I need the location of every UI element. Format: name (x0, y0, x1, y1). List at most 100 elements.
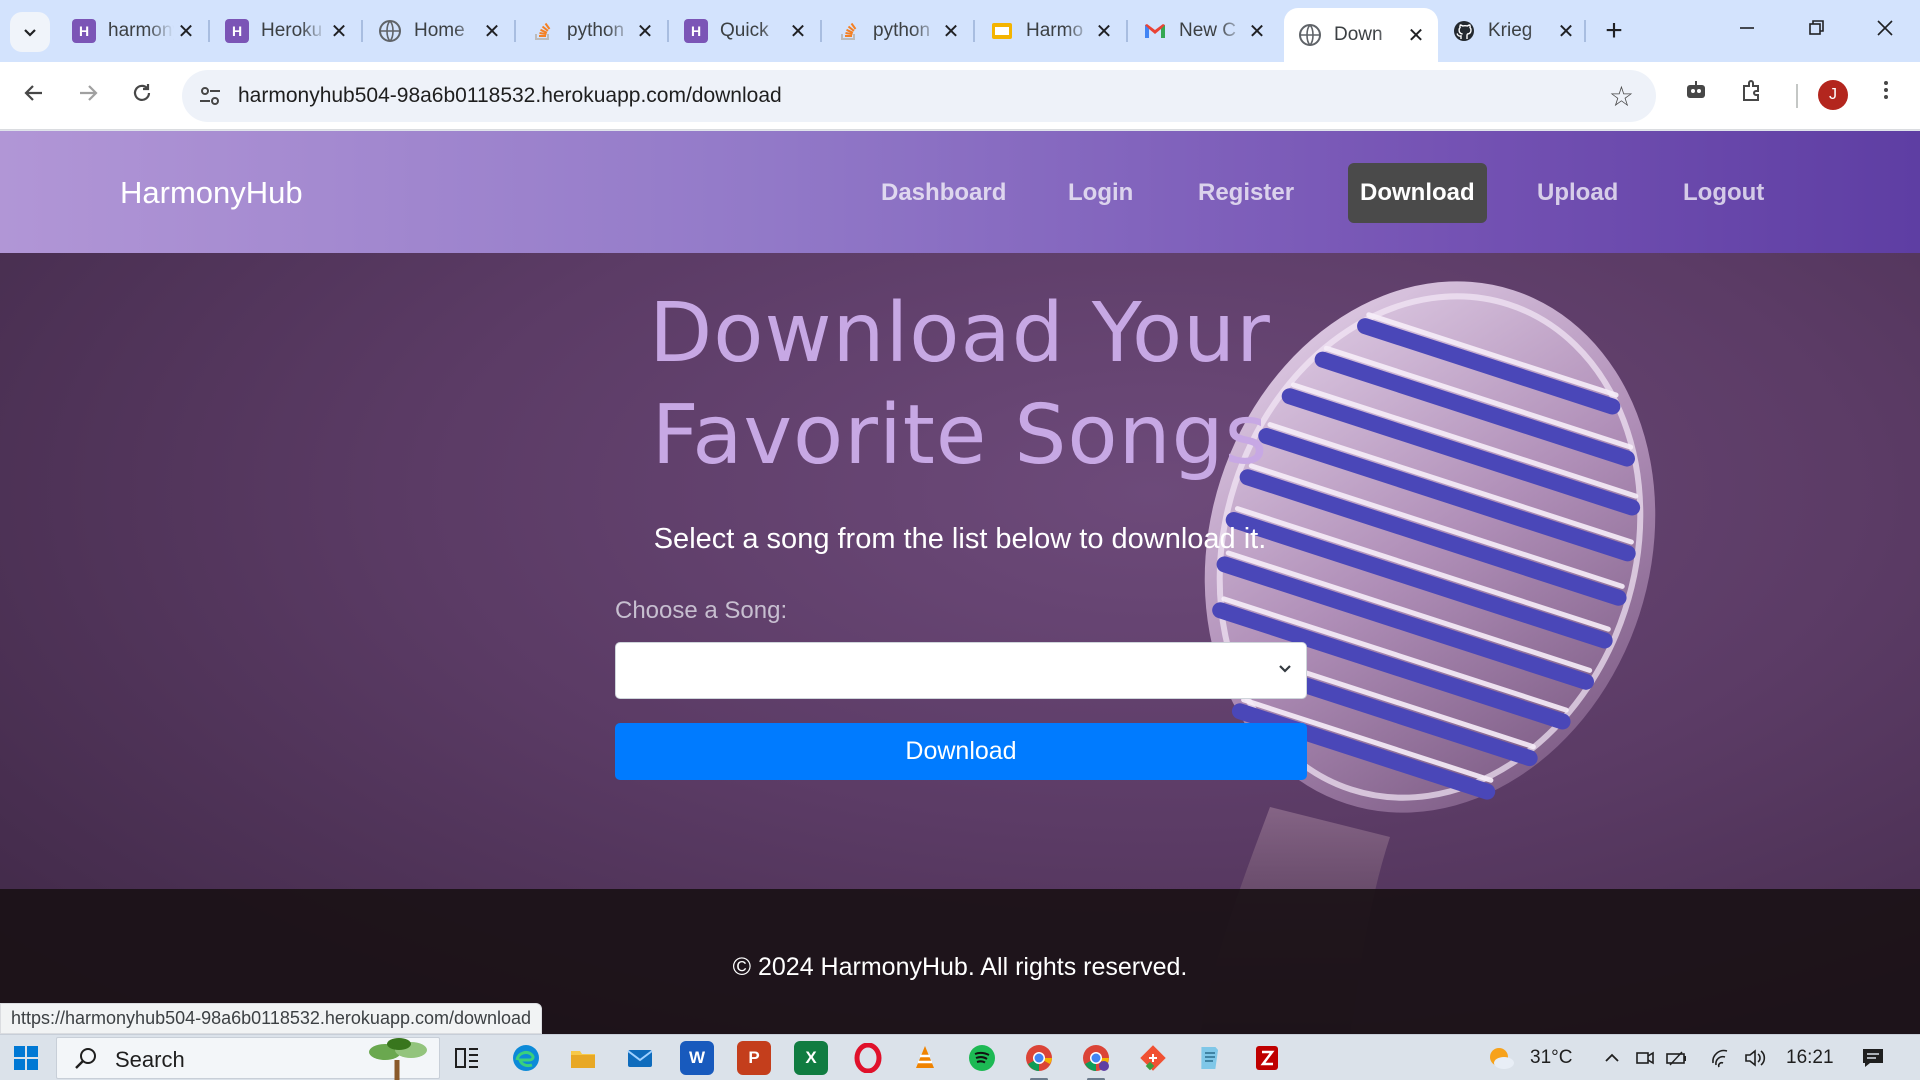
edge-icon[interactable] (509, 1041, 543, 1075)
address-bar[interactable]: harmonyhub504-98a6b0118532.herokuapp.com… (182, 70, 1656, 122)
notifications-icon[interactable] (1856, 1041, 1890, 1075)
taskbar-search-placeholder: Search (115, 1047, 185, 1072)
url-text[interactable]: harmonyhub504-98a6b0118532.herokuapp.com… (238, 84, 782, 108)
tab-label: python (567, 20, 625, 41)
nav-logout[interactable]: Logout (1671, 163, 1776, 223)
close-icon[interactable]: ✕ (786, 19, 810, 44)
profile-avatar[interactable]: J (1818, 80, 1848, 110)
tab-label: Krieg (1488, 20, 1533, 41)
close-icon[interactable]: ✕ (327, 19, 351, 44)
mail-icon[interactable] (623, 1041, 657, 1075)
browser-tab[interactable]: H Quick ✕ (670, 8, 820, 54)
word-icon[interactable]: W (680, 1041, 714, 1075)
search-icon (75, 1048, 96, 1069)
link-status-bubble: https://harmonyhub504-98a6b0118532.herok… (0, 1003, 543, 1034)
site-settings-icon[interactable] (196, 82, 224, 110)
globe-icon (378, 19, 402, 43)
reload-icon (133, 84, 151, 101)
close-icon[interactable]: ✕ (1554, 19, 1578, 44)
reload-button[interactable] (122, 76, 162, 116)
close-icon[interactable]: ✕ (1092, 19, 1116, 44)
footer-copyright: © 2024 HarmonyHub. All rights reserved. (732, 953, 1188, 981)
tab-label: New C (1179, 20, 1237, 41)
chrome-icon[interactable] (1022, 1041, 1056, 1080)
gmail-icon (1143, 19, 1167, 43)
browser-tab[interactable]: python ✕ (823, 8, 973, 54)
wifi-icon[interactable] (1708, 1041, 1734, 1075)
file-explorer-icon[interactable] (566, 1041, 600, 1075)
excel-icon[interactable]: X (794, 1041, 828, 1075)
bookmark-star-icon[interactable]: ☆ (1609, 80, 1634, 113)
browser-toolbar: harmonyhub504-98a6b0118532.herokuapp.com… (0, 62, 1920, 130)
page-title: Download Your Favorite Songs (0, 283, 1920, 487)
tab-label: python (873, 20, 931, 41)
page-viewport: HarmonyHub Dashboard Login Register Down… (0, 131, 1920, 1034)
browser-tab-active[interactable]: Down ✕ (1284, 8, 1438, 62)
brand-logo-link[interactable]: HarmonyHub (120, 175, 303, 211)
new-tab-button[interactable]: + (1594, 12, 1634, 52)
close-icon[interactable]: ✕ (1404, 23, 1428, 48)
minimize-icon (1740, 27, 1754, 29)
nav-register[interactable]: Register (1186, 163, 1306, 223)
stackoverflow-icon (531, 19, 555, 43)
browser-tab[interactable]: H harmonyhub ✕ (58, 8, 208, 54)
heroku-icon: H (684, 19, 708, 43)
browser-tab[interactable]: Krieg ✕ (1438, 8, 1588, 54)
close-icon[interactable]: ✕ (174, 19, 198, 44)
back-button[interactable] (14, 76, 54, 116)
download-button[interactable]: Download (615, 723, 1307, 780)
heroku-icon: H (225, 19, 249, 43)
close-icon[interactable]: ✕ (480, 19, 504, 44)
chrome-profile-icon[interactable] (1079, 1041, 1113, 1080)
tab-search-button[interactable] (10, 12, 50, 52)
browser-tab[interactable]: python ✕ (517, 8, 667, 54)
task-view-icon[interactable] (450, 1041, 484, 1075)
browser-tab[interactable]: Home ✕ (364, 8, 514, 54)
taskbar-search-box[interactable]: Search (56, 1037, 440, 1080)
close-icon[interactable]: ✕ (633, 19, 657, 44)
windows-taskbar: Search W P X 31°C 16:21 (0, 1034, 1920, 1080)
extensions-icon[interactable] (1732, 76, 1772, 116)
menu-kebab-icon[interactable] (1866, 76, 1906, 116)
system-clock[interactable]: 16:21 (1786, 1047, 1834, 1069)
vlc-icon[interactable] (908, 1041, 942, 1075)
filezilla-icon[interactable] (1250, 1041, 1284, 1075)
arrow-right-icon (80, 85, 98, 101)
tab-separator (820, 20, 822, 42)
nav-login[interactable]: Login (1056, 163, 1145, 223)
browser-tab[interactable]: Harmo ✕ (976, 8, 1126, 54)
close-window-button[interactable] (1862, 10, 1908, 50)
chevron-down-icon (1279, 665, 1291, 673)
weather-temperature[interactable]: 31°C (1530, 1047, 1572, 1069)
close-icon[interactable]: ✕ (1245, 19, 1269, 44)
assistant-icon[interactable] (1676, 76, 1716, 116)
nav-dashboard[interactable]: Dashboard (869, 163, 1018, 223)
spotify-icon[interactable] (965, 1041, 999, 1075)
browser-tab[interactable]: H Heroku ✕ (211, 8, 361, 54)
battery-icon[interactable] (1664, 1041, 1690, 1075)
forward-button[interactable] (68, 76, 108, 116)
nav-download[interactable]: Download (1348, 163, 1487, 223)
search-highlight-tree-icon (369, 1038, 427, 1080)
tab-separator (514, 20, 516, 42)
weather-icon[interactable] (1484, 1041, 1518, 1075)
opera-icon[interactable] (851, 1041, 885, 1075)
browser-tab[interactable]: New C ✕ (1129, 8, 1279, 54)
restore-button[interactable] (1794, 10, 1840, 50)
show-hidden-icons-chevron-up-icon[interactable] (1600, 1041, 1624, 1075)
windows-start-icon[interactable] (14, 1046, 38, 1070)
close-icon[interactable]: ✕ (939, 19, 963, 44)
notepad-icon[interactable] (1193, 1041, 1227, 1075)
heroku-icon: H (72, 19, 96, 43)
nav-upload[interactable]: Upload (1525, 163, 1630, 223)
powerpoint-icon[interactable]: P (737, 1041, 771, 1075)
git-icon[interactable] (1136, 1041, 1170, 1075)
tab-label: Home (414, 20, 465, 41)
page-subtitle: Select a song from the list below to dow… (653, 523, 1267, 555)
song-select[interactable] (615, 642, 1307, 699)
tab-label: Heroku (261, 20, 323, 41)
song-select-label: Choose a Song: (615, 597, 788, 624)
minimize-button[interactable] (1724, 10, 1770, 50)
volume-icon[interactable] (1742, 1041, 1768, 1075)
meet-now-icon[interactable] (1632, 1041, 1658, 1075)
